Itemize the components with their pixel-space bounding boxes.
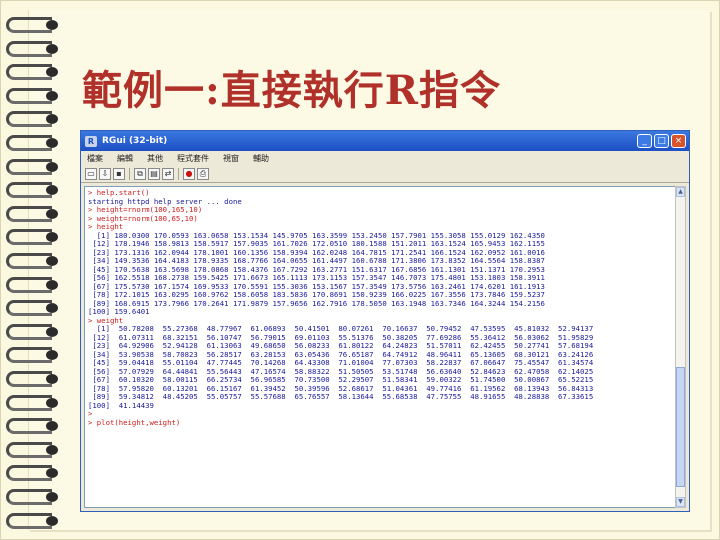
menu-misc[interactable]: 其他 — [147, 153, 163, 164]
slide-title: 範例一:直接執行R指令 — [82, 67, 502, 114]
close-button[interactable]: × — [671, 134, 686, 148]
binding-ring-icon — [6, 61, 62, 83]
binding-ring-icon — [6, 297, 62, 319]
scroll-down-icon[interactable]: ▼ — [676, 497, 685, 507]
window-titlebar[interactable]: R RGui (32-bit) _ □ × — [81, 131, 689, 151]
binding-ring-icon — [6, 85, 62, 107]
menu-packages[interactable]: 程式套件 — [177, 153, 209, 164]
r-console[interactable]: > help.start() starting httpd help server… — [84, 186, 676, 508]
binding-ring-icon — [6, 108, 62, 130]
menu-file[interactable]: 檔案 — [87, 153, 103, 164]
r-logo-icon: R — [85, 135, 97, 147]
spiral-binding — [0, 0, 80, 540]
binding-ring-icon — [6, 203, 62, 225]
stop-icon[interactable]: ● — [183, 168, 195, 180]
binding-ring-icon — [6, 321, 62, 343]
load-icon[interactable]: ⇩ — [99, 168, 111, 180]
binding-ring-icon — [6, 179, 62, 201]
binding-ring-icon — [6, 462, 62, 484]
binding-ring-icon — [6, 368, 62, 390]
binding-ring-icon — [6, 439, 62, 461]
maximize-button[interactable]: □ — [654, 134, 669, 148]
minimize-button[interactable]: _ — [637, 134, 652, 148]
toolbar-separator — [178, 168, 179, 180]
binding-ring-icon — [6, 392, 62, 414]
rgui-window[interactable]: R RGui (32-bit) _ □ × 檔案 編輯 其他 程式套件 視窗 輔… — [80, 130, 690, 512]
console-output-line: [89] 168.6915 173.7966 170.2641 171.9879… — [88, 298, 545, 308]
save-icon[interactable]: ▪ — [113, 168, 125, 180]
menu-help[interactable]: 輔助 — [253, 153, 269, 164]
copy-icon[interactable]: ⧉ — [134, 168, 146, 180]
menu-bar: 檔案 編輯 其他 程式套件 視窗 輔助 — [81, 151, 689, 166]
binding-ring-icon — [6, 132, 62, 154]
paste-icon[interactable]: ▤ — [148, 168, 160, 180]
scroll-thumb[interactable] — [676, 367, 685, 487]
menu-edit[interactable]: 編輯 — [117, 153, 133, 164]
window-title: RGui (32-bit) — [102, 136, 168, 146]
console-output-line: [100] 159.6401 — [88, 307, 150, 316]
window-controls: _ □ × — [637, 134, 689, 148]
binding-ring-icon — [6, 415, 62, 437]
console-command-line: > plot(height,weight) — [88, 417, 181, 427]
menu-windows[interactable]: 視窗 — [223, 153, 239, 164]
scroll-up-icon[interactable]: ▲ — [676, 187, 685, 197]
toolbar: ▭ ⇩ ▪ ⧉ ▤ ⇄ ● ⎙ — [81, 166, 689, 183]
binding-ring-icon — [6, 486, 62, 508]
open-icon[interactable]: ▭ — [85, 168, 97, 180]
copy-paste-icon[interactable]: ⇄ — [162, 168, 174, 180]
vertical-scrollbar[interactable]: ▲ ▼ — [675, 186, 686, 508]
binding-ring-icon — [6, 510, 62, 532]
print-icon[interactable]: ⎙ — [197, 168, 209, 180]
toolbar-separator — [129, 168, 130, 180]
binding-ring-icon — [6, 14, 62, 36]
binding-ring-icon — [6, 156, 62, 178]
binding-ring-icon — [6, 274, 62, 296]
console-output-line: [100] 41.14439 — [88, 400, 154, 410]
console-output-line: [89] 59.34812 48.45205 55.05757 55.57688… — [88, 392, 594, 401]
console-command-line: > weight=rnorm(100,65,10) — [88, 213, 198, 223]
binding-ring-icon — [6, 38, 62, 60]
binding-ring-icon — [6, 226, 62, 248]
binding-ring-icon — [6, 250, 62, 272]
binding-ring-icon — [6, 344, 62, 366]
